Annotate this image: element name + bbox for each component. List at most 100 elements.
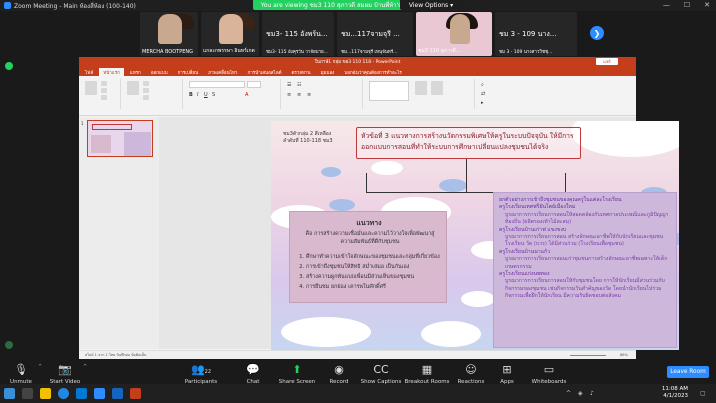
breakout-rooms-button[interactable]: ▦ Breakout Rooms xyxy=(402,364,452,386)
volume-icon[interactable]: ♪ xyxy=(590,390,594,397)
close-icon[interactable]: ✕ xyxy=(704,1,710,9)
approach-title: แนวทาง xyxy=(356,219,382,227)
slide-number: 1 xyxy=(81,121,84,126)
zoom-slider[interactable] xyxy=(570,355,606,356)
slide-thumbnail[interactable] xyxy=(87,120,153,157)
example-heading: ครูโรงเรียนเทศฟรียันไตย์เมืองใหม่ xyxy=(499,204,576,211)
participant-tile[interactable]: ชม...117จามจุรี ... ชม...117จามจุรี เหนุ… xyxy=(337,12,413,56)
tab-design[interactable]: ออกแบบ xyxy=(147,68,172,76)
replace-icon[interactable]: ⇄ xyxy=(481,91,485,97)
captions-icon: CC xyxy=(373,363,389,376)
annotate-pen-icon[interactable] xyxy=(5,341,13,349)
participant-tile[interactable]: MERCHA BOOTPENG xyxy=(140,12,198,56)
tab-animations[interactable]: ภาพเคลื่อนไหว xyxy=(204,68,241,76)
examples-text: ยกตัวอย่างการเข้าถึงชุมชนของคุณครูในแต่ล… xyxy=(494,193,676,305)
participant-tile[interactable]: ชม3 110 สุภาวดี... xyxy=(416,12,492,56)
chrome-icon[interactable] xyxy=(58,388,69,399)
word-icon[interactable] xyxy=(112,388,123,399)
file-explorer-icon[interactable] xyxy=(40,388,51,399)
chat-icon: 💬 xyxy=(246,363,260,376)
powerpoint-icon[interactable] xyxy=(130,388,141,399)
ppt-share-button[interactable]: แชร์ xyxy=(596,58,618,65)
tab-slideshow[interactable]: การนำเสนอสไลด์ xyxy=(243,68,285,76)
bullets-icon[interactable]: ☰ xyxy=(287,82,291,88)
align-right-icon[interactable]: ≡ xyxy=(307,92,311,98)
underline-icon[interactable]: U xyxy=(204,92,208,98)
participant-name: ชม 3 - 109 นางสาววิชชุ... xyxy=(499,50,553,55)
example-body: บูรณาการการเรียนการสอน สร้างลักษณะอาชีพใ… xyxy=(505,234,664,248)
numbering-icon[interactable]: ☷ xyxy=(297,82,301,88)
font-color-icon[interactable]: A xyxy=(245,92,248,98)
tell-me-box[interactable]: บอกฉันว่าคุณต้องการทำอะไร xyxy=(340,68,405,76)
arrange-icon[interactable] xyxy=(415,81,427,95)
examples-box: ยกตัวอย่างการเข้าถึงชุมชนของคุณครูในแต่ล… xyxy=(493,192,677,348)
security-shield-icon[interactable] xyxy=(5,62,13,70)
layout-icon[interactable] xyxy=(143,81,149,86)
tab-review[interactable]: ตรวจทาน xyxy=(288,68,315,76)
video-options-caret[interactable]: ^ xyxy=(83,364,87,370)
ppt-ribbon-tabs: ไฟล์ หน้าแรก แทรก ออกแบบ การเปลี่ยน ภาพเ… xyxy=(79,66,636,76)
font-size-box[interactable] xyxy=(247,81,261,88)
tab-insert[interactable]: แทรก xyxy=(126,68,145,76)
minimize-icon[interactable]: — xyxy=(663,1,670,9)
participant-name: แกละกพรรษา อินทร์เกต xyxy=(203,48,255,54)
tab-file[interactable]: ไฟล์ xyxy=(81,68,97,76)
status-text: สไลด์ 1 จาก 1 ไทย บันทึกย่อ ข้อคิดเห็น xyxy=(85,353,147,357)
slide[interactable]: ชม3ตัวกลุ่ม 2 สีเหลือง ลำดับที่ 110-118 … xyxy=(271,121,679,350)
italic-icon[interactable]: I xyxy=(197,92,198,98)
section-icon[interactable] xyxy=(143,95,149,100)
cut-icon[interactable] xyxy=(101,81,107,86)
font-name-box[interactable] xyxy=(189,81,245,88)
whiteboard-icon: ▭ xyxy=(543,363,555,376)
slide-canvas[interactable]: ชม3ตัวกลุ่ม 2 สีเหลือง ลำดับที่ 110-118 … xyxy=(159,117,679,350)
participant-tile[interactable]: แกละกพรรษา อินทร์เกต xyxy=(201,12,259,56)
shadow-icon[interactable]: S xyxy=(212,92,215,98)
edge-icon[interactable] xyxy=(76,388,87,399)
align-center-icon[interactable]: ≡ xyxy=(297,92,301,98)
tab-home[interactable]: หน้าแรก xyxy=(99,68,124,76)
bold-icon[interactable]: B xyxy=(189,92,193,98)
participant-tile[interactable]: ชม3- 115 อังพร้น... ชม3- 115 อังคุรวัน ว… xyxy=(262,12,334,56)
find-icon[interactable]: ⌕ xyxy=(481,82,484,88)
next-participants-button[interactable]: ❯ xyxy=(590,26,604,40)
copy-icon[interactable] xyxy=(101,88,107,93)
tab-view[interactable]: มุมมอง xyxy=(317,68,339,76)
new-slide-icon[interactable] xyxy=(127,81,139,95)
shapes-gallery[interactable] xyxy=(369,81,409,101)
slide-header: ชม3ตัวกลุ่ม 2 สีเหลือง ลำดับที่ 110-118 … xyxy=(283,131,333,145)
leave-room-button[interactable]: Leave Room xyxy=(667,366,709,378)
slide-title: หัวข้อที่ 3 แนวทางการสร้างนวัตกรรมพิเศษใ… xyxy=(361,132,574,151)
whiteboards-button[interactable]: ▭ Whiteboards xyxy=(524,363,574,386)
quick-styles-icon[interactable] xyxy=(431,81,443,95)
align-left-icon[interactable]: ≡ xyxy=(287,92,291,98)
participant-name: ชม 3 - 109 นาง... xyxy=(499,30,557,38)
maximize-icon[interactable]: ☐ xyxy=(684,1,690,9)
example-body: บูรณาการการเรียนการสอนให้สอดคล้องกับเทศก… xyxy=(505,211,669,226)
participants-button[interactable]: 👥22 Participants xyxy=(176,364,226,386)
zoom-app-icon[interactable] xyxy=(94,388,105,399)
zoom-logo-icon xyxy=(4,2,11,9)
start-icon[interactable] xyxy=(4,388,15,399)
participant-name: ชม3- 115 อังพร้น... xyxy=(266,30,328,38)
list-item: ศึกษาทำความเข้าใจลักษณะของชุมชนและกลุ่มท… xyxy=(306,252,440,262)
show-captions-button[interactable]: CC Show Captions xyxy=(356,363,406,386)
cloud-decoration xyxy=(461,291,495,307)
tray-chevron-icon[interactable]: ^ xyxy=(566,390,571,397)
notification-icon[interactable]: ▢ xyxy=(700,390,706,397)
select-icon[interactable]: ▸ xyxy=(481,100,484,106)
system-clock[interactable]: 11:08 AM 4/1/2023 xyxy=(662,386,688,400)
approach-box: แนวทาง คือ การสร้างความเชื่อมั่นและความไ… xyxy=(289,211,447,303)
view-options-button[interactable]: View Options ▾ xyxy=(400,0,462,10)
zoom-level[interactable]: 86% xyxy=(620,353,628,357)
participant-name: ชม3 110 สุภาวดี... xyxy=(418,48,461,54)
format-painter-icon[interactable] xyxy=(101,95,107,100)
tab-transitions[interactable]: การเปลี่ยน xyxy=(174,68,203,76)
network-icon[interactable]: ◈ xyxy=(578,390,583,397)
reset-icon[interactable] xyxy=(143,88,149,93)
paste-icon[interactable] xyxy=(85,81,97,95)
clock-time: 11:08 AM xyxy=(661,386,688,392)
participant-tile[interactable]: ชม 3 - 109 นาง... ชม 3 - 109 นางสาววิชชุ… xyxy=(495,12,577,56)
group-label: ชม3ตัวกลุ่ม 2 สีเหลือง xyxy=(283,131,332,137)
chat-button[interactable]: 💬 Chat xyxy=(228,363,278,386)
search-icon[interactable] xyxy=(22,388,33,399)
